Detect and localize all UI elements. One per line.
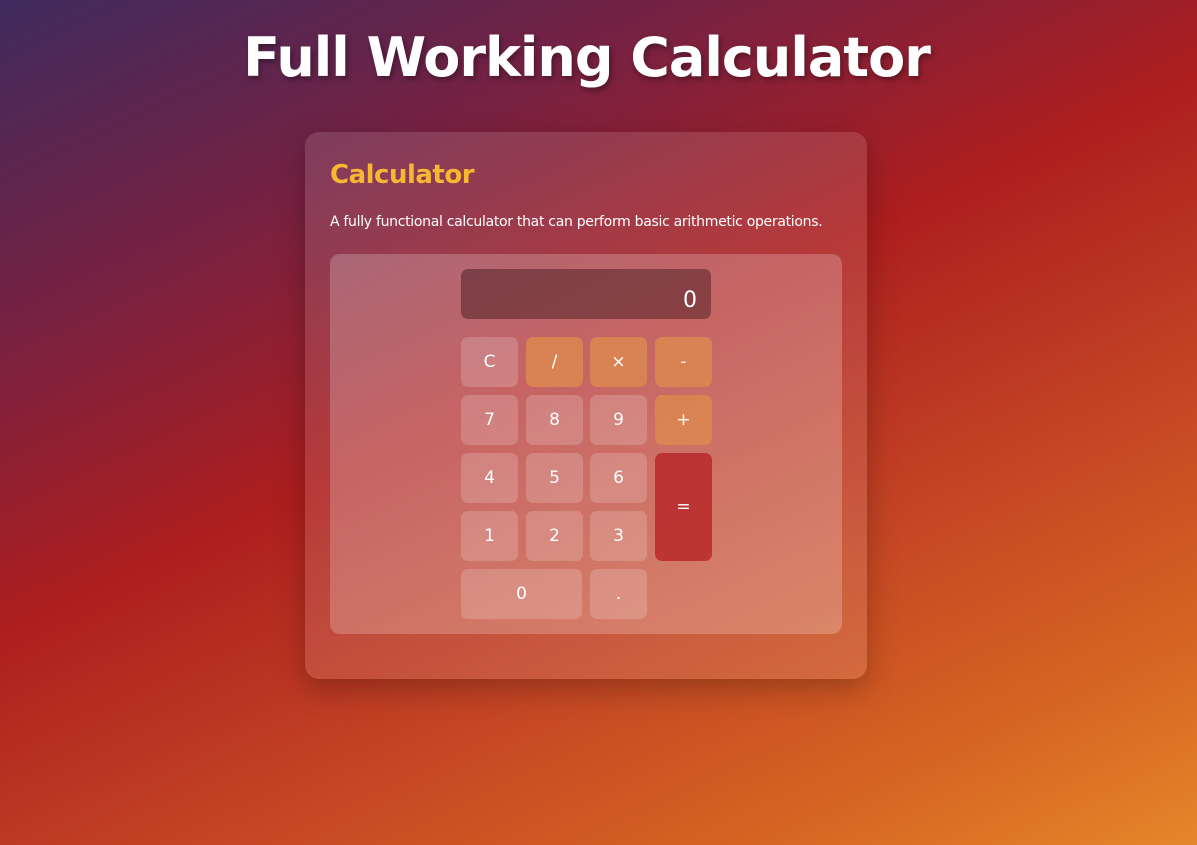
card-description: A fully functional calculator that can p… — [330, 214, 823, 230]
digit-7-button[interactable]: 7 — [461, 395, 518, 445]
calculator-card: Calculator A fully functional calculator… — [305, 132, 867, 679]
divide-button[interactable]: / — [526, 337, 583, 387]
digit-6-button[interactable]: 6 — [590, 453, 647, 503]
multiply-button[interactable]: × — [590, 337, 647, 387]
digit-0-button[interactable]: 0 — [461, 569, 582, 619]
equals-button[interactable]: = — [655, 453, 712, 561]
clear-button[interactable]: C — [461, 337, 518, 387]
digit-9-button[interactable]: 9 — [590, 395, 647, 445]
decimal-button[interactable]: . — [590, 569, 647, 619]
add-button[interactable]: + — [655, 395, 712, 445]
digit-4-button[interactable]: 4 — [461, 453, 518, 503]
subtract-button[interactable]: - — [655, 337, 712, 387]
digit-8-button[interactable]: 8 — [526, 395, 583, 445]
digit-2-button[interactable]: 2 — [526, 511, 583, 561]
page-title: Full Working Calculator — [243, 26, 931, 89]
digit-3-button[interactable]: 3 — [590, 511, 647, 561]
calculator-display: 0 — [461, 269, 711, 319]
digit-5-button[interactable]: 5 — [526, 453, 583, 503]
card-title: Calculator — [330, 160, 475, 190]
calculator-panel: 0 C / × - 7 8 9 + 4 5 6 = 1 2 3 0 . — [330, 254, 842, 634]
digit-1-button[interactable]: 1 — [461, 511, 518, 561]
